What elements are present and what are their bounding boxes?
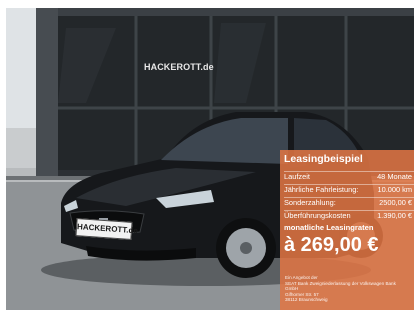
lease-row-transfer: Überführungskosten 1.390,00 € xyxy=(284,211,414,223)
monthly-price: à 269,00 € xyxy=(284,234,379,256)
row-value: 10.000 km xyxy=(377,185,412,194)
leasing-panel: Leasingbeispiel Laufzeit 48 Monate Jährl… xyxy=(280,150,414,310)
row-label: Sonderzahlung: xyxy=(284,198,336,207)
offer-footnote: Ein Angebot der SEAT Bank Zweigniederlas… xyxy=(285,275,411,303)
lease-row-downpayment: Sonderzahlung: 2500,00 € xyxy=(284,198,414,210)
row-value: 2500,00 € xyxy=(379,198,412,207)
lease-row-mileage: Jährliche Fahrleistung: 10.000 km xyxy=(284,185,414,197)
row-value: 1.390,00 € xyxy=(377,211,412,220)
lease-row-term: Laufzeit 48 Monate xyxy=(284,172,414,184)
row-label: Jährliche Fahrleistung: xyxy=(284,185,359,194)
dealer-sign: HACKEROTT.de xyxy=(144,62,214,72)
row-label: Überführungskosten xyxy=(284,211,351,220)
monthly-rate-label: monatliche Leasingraten xyxy=(284,223,374,232)
row-label: Laufzeit xyxy=(284,172,310,181)
leasing-title: Leasingbeispiel xyxy=(284,153,363,165)
footnote-line: SEAT Bank Zweigniederlassung der Volkswa… xyxy=(285,280,396,286)
footnote-line: 38112 Braunschweig xyxy=(285,297,328,303)
license-plate: HACKEROTT.de xyxy=(75,218,138,240)
row-value: 48 Monate xyxy=(377,172,412,181)
